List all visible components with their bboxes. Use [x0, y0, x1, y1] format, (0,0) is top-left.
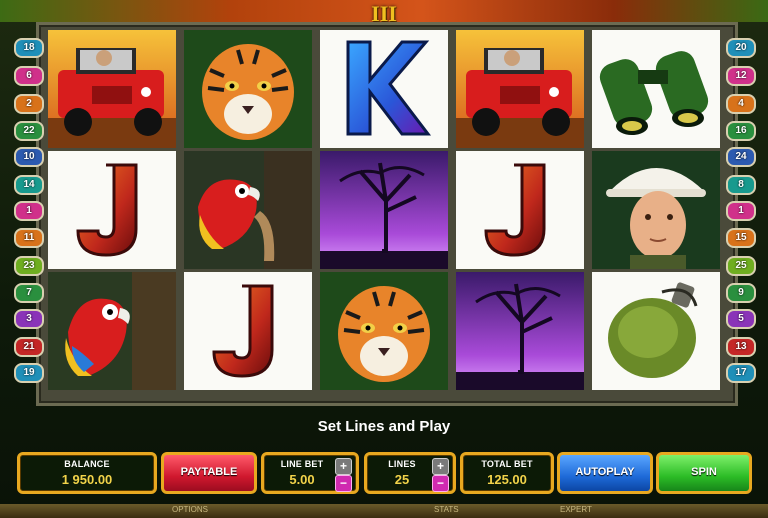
options-link[interactable]: OPTIONS [172, 505, 208, 514]
letter-k-symbol [320, 30, 448, 148]
payline-marker[interactable]: 3 [14, 309, 44, 329]
reel-1 [48, 30, 176, 390]
payline-marker[interactable]: 16 [726, 121, 756, 141]
payline-marker[interactable]: 2 [14, 94, 44, 114]
paytable-button[interactable]: PAYTABLE [161, 452, 257, 494]
savanna-tree-symbol [456, 272, 584, 390]
line-bet-plus-button[interactable]: + [335, 458, 352, 475]
payline-marker[interactable]: 23 [14, 256, 44, 276]
total-bet-value: 125.00 [487, 472, 527, 487]
total-bet-label: TOTAL BET [481, 459, 533, 469]
explorer-symbol [592, 151, 720, 269]
savanna-tree-symbol [320, 151, 448, 269]
lines-label: LINES [388, 459, 416, 469]
payline-marker[interactable]: 9 [726, 283, 756, 303]
bottom-menu-bar: OPTIONS STATS EXPERT [0, 504, 768, 518]
payline-marker[interactable]: 12 [726, 66, 756, 86]
payline-marker[interactable]: 24 [726, 147, 756, 167]
balance-panel: BALANCE 1 950.00 [17, 452, 157, 494]
letter-j-symbol [48, 151, 176, 269]
reel-5 [592, 30, 720, 390]
payline-marker[interactable]: 6 [14, 66, 44, 86]
payline-marker[interactable]: 15 [726, 228, 756, 248]
lines-minus-button[interactable]: − [432, 475, 449, 492]
parrot-symbol [184, 151, 312, 269]
payline-marker[interactable]: 20 [726, 38, 756, 58]
jeep-symbol [456, 30, 584, 148]
payline-marker[interactable]: 13 [726, 337, 756, 357]
letter-j-symbol [456, 151, 584, 269]
payline-marker[interactable]: 1 [14, 201, 44, 221]
line-bet-label: LINE BET [280, 459, 324, 469]
lines-panel: LINES 25 + − [364, 452, 456, 494]
total-bet-panel: TOTAL BET 125.00 [460, 452, 554, 494]
line-bet-panel: LINE BET 5.00 + − [261, 452, 359, 494]
lines-value: 25 [394, 472, 410, 487]
reel-4 [456, 30, 584, 390]
stats-link[interactable]: STATS [434, 505, 459, 514]
balance-label: BALANCE [64, 459, 110, 469]
autoplay-button[interactable]: AUTOPLAY [557, 452, 653, 494]
payline-marker[interactable]: 22 [14, 121, 44, 141]
reel-2 [184, 30, 312, 390]
tiger-symbol [320, 272, 448, 390]
payline-marker[interactable]: 11 [14, 228, 44, 248]
payline-marker[interactable]: 7 [14, 283, 44, 303]
binoculars-symbol [592, 30, 720, 148]
payline-marker[interactable]: 5 [726, 309, 756, 329]
payline-marker[interactable]: 14 [14, 175, 44, 195]
payline-marker[interactable]: 4 [726, 94, 756, 114]
payline-marker[interactable]: 21 [14, 337, 44, 357]
payline-marker[interactable]: 18 [14, 38, 44, 58]
payline-marker[interactable]: 8 [726, 175, 756, 195]
parrot-symbol [48, 272, 176, 390]
lines-plus-button[interactable]: + [432, 458, 449, 475]
payline-marker[interactable]: 1 [726, 201, 756, 221]
line-bet-minus-button[interactable]: − [335, 475, 352, 492]
reel-3 [320, 30, 448, 390]
reels-area [48, 30, 720, 390]
letter-j-symbol [184, 272, 312, 390]
spin-button[interactable]: SPIN [656, 452, 752, 494]
line-bet-value: 5.00 [289, 472, 315, 487]
jeep-symbol [48, 30, 176, 148]
payline-marker[interactable]: 19 [14, 363, 44, 383]
status-message: Set Lines and Play [317, 418, 451, 435]
payline-marker[interactable]: 17 [726, 363, 756, 383]
canteen-symbol [592, 272, 720, 390]
tiger-symbol [184, 30, 312, 148]
payline-marker[interactable]: 25 [726, 256, 756, 276]
expert-link[interactable]: EXPERT [560, 505, 592, 514]
balance-value: 1 950.00 [61, 472, 113, 487]
payline-marker[interactable]: 10 [14, 147, 44, 167]
